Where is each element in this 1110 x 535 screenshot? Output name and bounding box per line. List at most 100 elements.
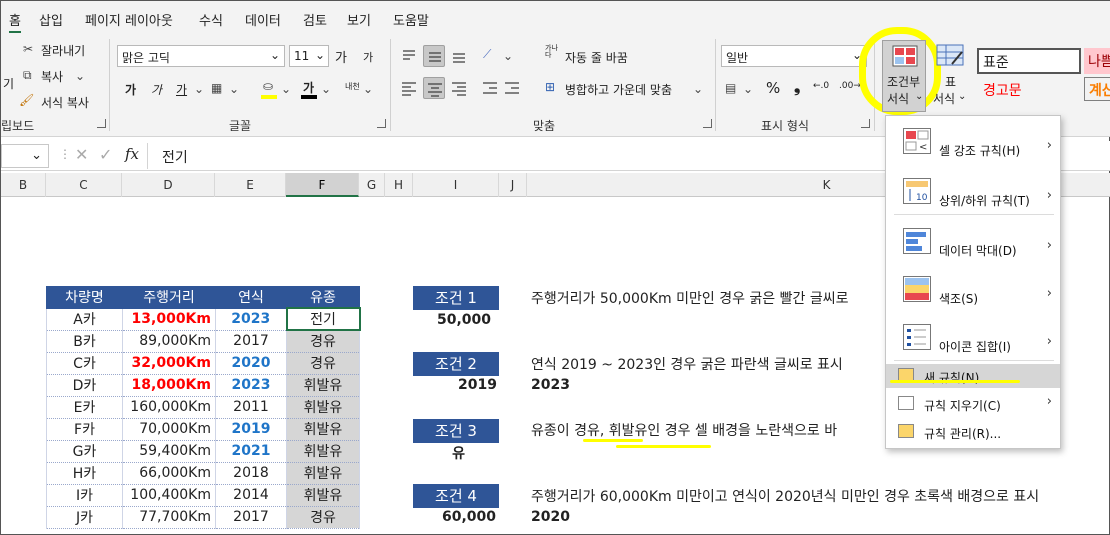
chevron-down-icon[interactable]: ⌄	[281, 82, 291, 96]
cell-fuel[interactable]: 휘발유	[286, 417, 360, 441]
cell-year[interactable]: 2023	[215, 373, 287, 397]
bold-button[interactable]: 가	[125, 81, 136, 98]
header-fuel[interactable]: 유종	[286, 286, 360, 309]
menu-item-clear-rules[interactable]: 규칙 지우기(C) ›	[886, 392, 1060, 416]
cell-mileage[interactable]: 32,000Km	[122, 351, 216, 375]
alignment-launcher-icon[interactable]	[703, 119, 712, 128]
cell-year[interactable]: 2020	[215, 351, 287, 375]
chevron-down-icon[interactable]: ⌄	[75, 69, 85, 83]
percent-icon[interactable]: %	[766, 79, 780, 97]
cell-year[interactable]: 2021	[215, 439, 287, 463]
column-header-b[interactable]: B	[1, 173, 46, 197]
fill-color-icon[interactable]: ⛀	[263, 79, 273, 93]
cell-fuel[interactable]: 휘발유	[286, 373, 360, 397]
align-left-icon[interactable]	[398, 77, 420, 99]
cell-mileage[interactable]: 13,000Km	[122, 307, 216, 331]
menu-item-cell-rules[interactable]: < 셀 강조 규칙(H) ›	[886, 124, 1060, 162]
style-calc[interactable]: 계산	[1084, 77, 1110, 101]
cell-car[interactable]: H카	[46, 461, 123, 485]
align-middle-icon[interactable]	[423, 45, 445, 67]
accounting-format-icon[interactable]: ▤	[725, 81, 736, 95]
column-header-i[interactable]: I	[413, 173, 499, 197]
grow-font-button[interactable]: 가	[335, 47, 347, 66]
chevron-down-icon[interactable]: ⌄	[693, 82, 703, 96]
style-normal[interactable]: 표준	[977, 48, 1081, 74]
condition-description[interactable]: 유종이 경유, 휘발유인 경우 셀 배경을 노란색으로 바	[531, 420, 837, 440]
comma-style-icon[interactable]: ❟	[794, 77, 800, 97]
decrease-decimal-icon[interactable]: .00→	[839, 81, 861, 91]
cell-car[interactable]: G카	[46, 439, 123, 463]
chevron-down-icon[interactable]: ⌄	[194, 82, 204, 96]
condition-value[interactable]: 유	[385, 443, 465, 463]
cell-fuel[interactable]: 경유	[286, 329, 360, 353]
cell-car[interactable]: D카	[46, 373, 123, 397]
underline-button[interactable]: 가	[176, 81, 187, 98]
cell-mileage[interactable]: 100,400Km	[122, 483, 216, 507]
condition-label[interactable]: 조건 2	[413, 352, 499, 376]
cell-year[interactable]: 2019	[215, 417, 287, 441]
phonetic-button[interactable]: 내천	[345, 81, 360, 92]
cell-fuel[interactable]: 휘발유	[286, 483, 360, 507]
increase-decimal-icon[interactable]: ←.0	[813, 81, 829, 91]
align-center-icon[interactable]	[423, 77, 445, 99]
chevron-down-icon[interactable]: ⌄	[363, 82, 373, 96]
orientation-icon[interactable]: ⟋	[483, 47, 491, 62]
condition-value[interactable]: 2019	[417, 377, 497, 393]
menu-item-color-scales[interactable]: 색조(S) ›	[886, 272, 1060, 310]
font-color-button[interactable]: 가	[303, 79, 314, 96]
cell-car[interactable]: E카	[46, 395, 123, 419]
align-right-icon[interactable]	[448, 77, 470, 99]
menu-item-icon-sets[interactable]: 아이콘 집합(I) ›	[886, 320, 1060, 358]
cell-mileage[interactable]: 160,000Km	[122, 395, 216, 419]
align-bottom-icon[interactable]	[448, 45, 470, 67]
menu-page-layout[interactable]: 페이지 레이아웃	[85, 10, 173, 29]
cell-car[interactable]: B카	[46, 329, 123, 353]
chevron-down-icon[interactable]: ⌄	[958, 91, 966, 102]
conditional-format-button[interactable]: 조건부 서식 ⌄	[882, 40, 926, 112]
cell-year[interactable]: 2017	[215, 505, 287, 529]
table-format-label1[interactable]: 표	[945, 73, 956, 90]
condition-description[interactable]: 주행거리가 50,000Km 미만인 경우 굵은 빨간 글씨로	[531, 288, 848, 308]
column-header-c[interactable]: C	[46, 173, 122, 197]
condition-extra[interactable]: 2020	[531, 509, 570, 525]
column-header-e[interactable]: E	[215, 173, 286, 197]
cell-mileage[interactable]: 70,000Km	[122, 417, 216, 441]
column-header-f[interactable]: F	[286, 173, 359, 197]
condition-description[interactable]: 주행거리가 60,000Km 미만이고 연식이 2020년식 미만인 경우 초록…	[531, 486, 1039, 506]
menu-view[interactable]: 보기	[347, 10, 371, 29]
condition-label[interactable]: 조건 4	[413, 484, 499, 508]
copy-button[interactable]: 복사	[41, 68, 63, 85]
align-top-icon[interactable]	[398, 45, 420, 67]
column-header-h[interactable]: H	[385, 173, 413, 197]
menu-item-manage-rules[interactable]: 규칙 관리(R)...	[886, 420, 1060, 444]
italic-button[interactable]: 가	[151, 81, 162, 98]
cell-car[interactable]: C카	[46, 351, 123, 375]
column-header-d[interactable]: D	[122, 173, 215, 197]
menu-insert[interactable]: 삽입	[39, 10, 63, 29]
font-launcher-icon[interactable]	[377, 119, 386, 128]
font-size-select[interactable]: 11 ⌄	[289, 45, 329, 67]
increase-indent-icon[interactable]	[501, 77, 523, 99]
menu-item-new-rule[interactable]: 새 규칙(N)...	[886, 364, 1060, 388]
cell-car[interactable]: I카	[46, 483, 123, 507]
table-format-label2[interactable]: 서식	[933, 90, 955, 107]
menu-item-data-bars[interactable]: 데이터 막대(D) ›	[886, 224, 1060, 262]
header-car-name[interactable]: 차량명	[46, 286, 123, 309]
table-format-icon[interactable]	[936, 44, 964, 68]
cell-fuel[interactable]: 휘발유	[286, 439, 360, 463]
cell-mileage[interactable]: 59,400Km	[122, 439, 216, 463]
style-bad[interactable]: 나쁨	[1084, 48, 1110, 74]
cell-mileage[interactable]: 77,700Km	[122, 505, 216, 529]
decrease-indent-icon[interactable]	[479, 77, 501, 99]
cell-year[interactable]: 2023	[215, 307, 287, 331]
cell-mileage[interactable]: 89,000Km	[122, 329, 216, 353]
style-warning[interactable]: 경고문	[977, 77, 1081, 101]
condition-value[interactable]: 50,000	[411, 312, 491, 328]
shrink-font-button[interactable]: 가	[363, 49, 373, 65]
chevron-down-icon[interactable]: ⌄	[229, 82, 239, 96]
condition-description[interactable]: 연식 2019 ~ 2023인 경우 굵은 파란색 글씨로 표시	[531, 354, 843, 374]
menu-review[interactable]: 검토	[303, 10, 327, 29]
number-launcher-icon[interactable]	[861, 119, 870, 128]
border-icon[interactable]: ▦	[211, 81, 222, 95]
paste-label-fragment[interactable]: 기	[3, 75, 14, 92]
